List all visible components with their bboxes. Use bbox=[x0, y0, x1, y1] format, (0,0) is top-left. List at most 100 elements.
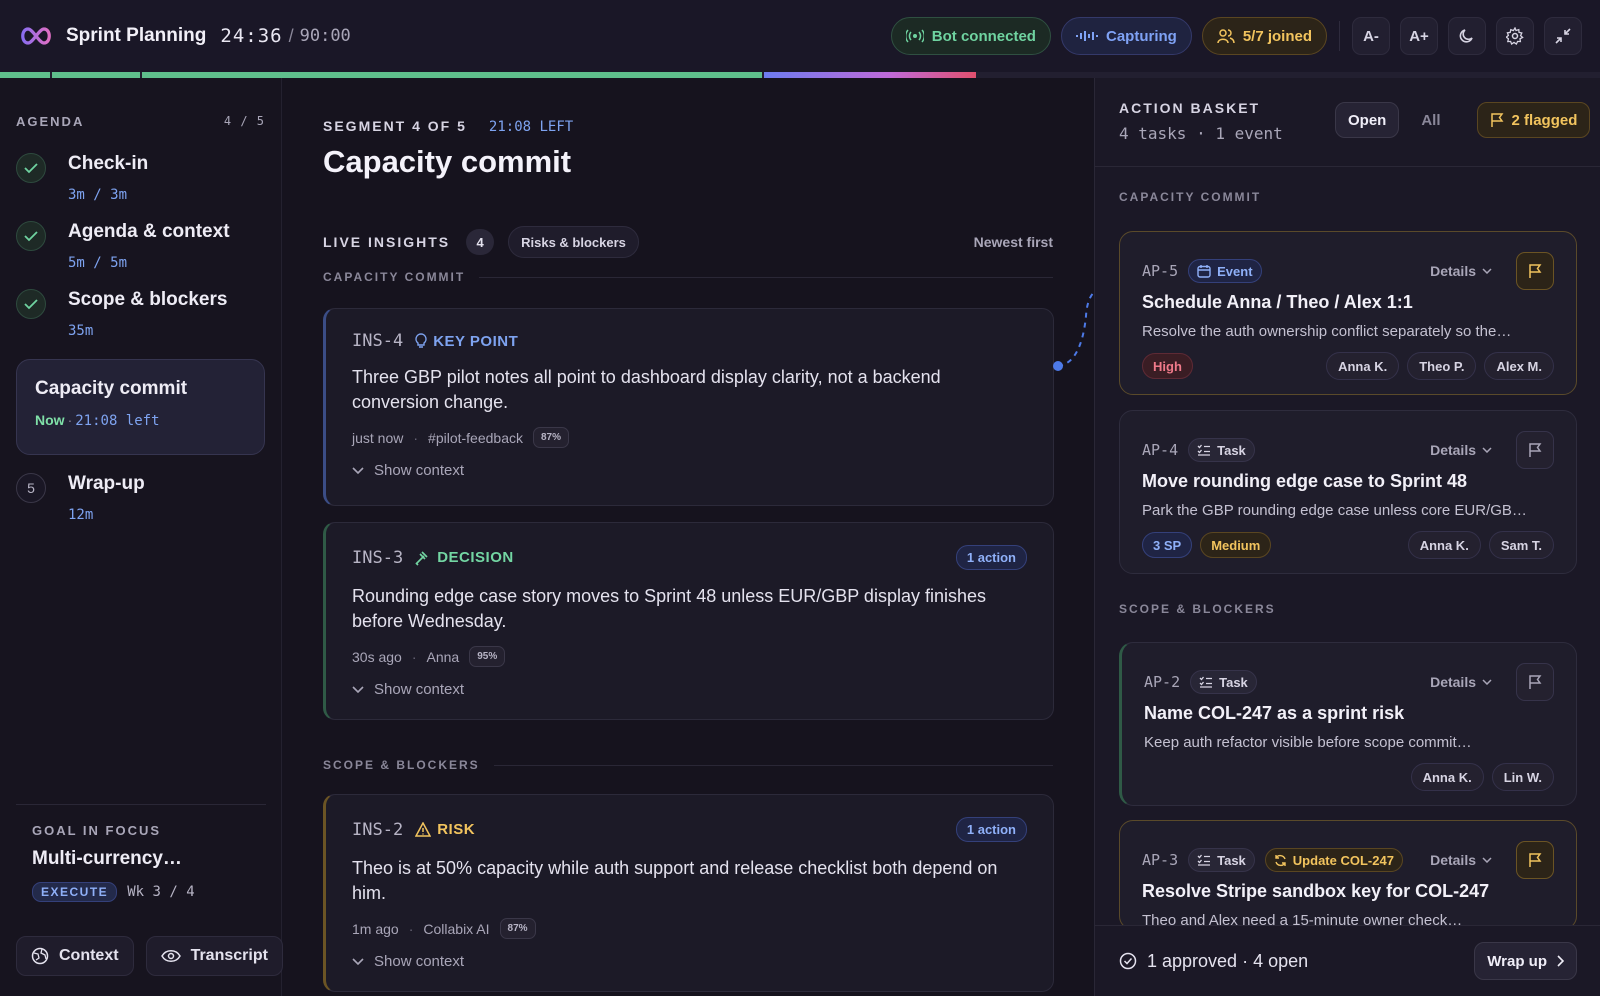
header-controls: Bot connected Capturing 5/7 joined A- A+ bbox=[890, 17, 1582, 55]
assignee-chip[interactable]: Anna K. bbox=[1410, 763, 1484, 791]
theme-toggle-button[interactable] bbox=[1448, 17, 1486, 55]
show-context-toggle[interactable]: Show context bbox=[352, 462, 1027, 479]
wrap-up-label: Wrap up bbox=[1487, 952, 1547, 970]
assignee-chip[interactable]: Anna K. bbox=[1326, 352, 1400, 380]
agenda-item-text: Agenda & context 5m / 5m bbox=[68, 221, 230, 271]
assignee-chip[interactable]: Anna K. bbox=[1407, 531, 1481, 559]
card-header: INS-3 DECISION 1 action bbox=[352, 545, 1027, 570]
joined-pill[interactable]: 5/7 joined bbox=[1201, 17, 1327, 55]
radio-icon bbox=[905, 29, 924, 43]
show-context-label: Show context bbox=[374, 681, 465, 698]
story-points-badge[interactable]: 3 SP bbox=[1142, 532, 1193, 558]
update-chip[interactable]: Update COL-247 bbox=[1264, 848, 1403, 872]
agenda-item-text: Wrap-up 12m bbox=[68, 473, 145, 523]
assignees: Anna K. Sam T. bbox=[1407, 531, 1554, 559]
calendar-icon bbox=[1197, 265, 1211, 278]
basket-title: ACTION BASKET bbox=[1119, 100, 1261, 116]
action-card[interactable]: AP-4 Task Details Move rounding edge cas… bbox=[1119, 410, 1577, 574]
check-icon bbox=[16, 221, 46, 251]
collapse-button[interactable] bbox=[1544, 17, 1582, 55]
action-count-chip[interactable]: 1 action bbox=[955, 817, 1027, 842]
show-context-toggle[interactable]: Show context bbox=[352, 953, 1027, 970]
priority-badge[interactable]: Medium bbox=[1200, 532, 1272, 558]
details-dropdown[interactable]: Details bbox=[1430, 852, 1492, 868]
agenda-item-label: Capacity commit bbox=[35, 378, 188, 399]
goal-week: Wk 3 / 4 bbox=[127, 884, 195, 900]
settings-button[interactable] bbox=[1496, 17, 1534, 55]
agenda-item-agenda-context[interactable]: Agenda & context 5m / 5m bbox=[16, 221, 265, 271]
insight-type-label: RISK bbox=[437, 821, 476, 838]
bot-status-label: Bot connected bbox=[931, 27, 1036, 45]
flag-icon bbox=[1529, 264, 1542, 278]
insight-source: Collabix AI bbox=[423, 920, 490, 937]
agenda-sidebar: AGENDA 4 / 5 Check-in 3m / 3m Agenda & c… bbox=[0, 78, 283, 996]
insights-main: SEGMENT 4 OF 5 21:08 LEFT Capacity commi… bbox=[283, 78, 1093, 996]
assignee-chip[interactable]: Alex M. bbox=[1484, 352, 1554, 380]
show-context-toggle[interactable]: Show context bbox=[352, 681, 1027, 698]
moon-icon bbox=[1459, 29, 1473, 43]
agenda-item-time: 3m / 3m bbox=[68, 187, 128, 203]
flag-toggle[interactable] bbox=[1516, 663, 1554, 701]
chevron-down-icon bbox=[1482, 679, 1492, 685]
bot-status-pill[interactable]: Bot connected bbox=[890, 17, 1051, 55]
tab-all[interactable]: All bbox=[1409, 102, 1452, 138]
goal-title: Multi-currency… bbox=[32, 848, 182, 869]
wrap-up-button[interactable]: Wrap up bbox=[1474, 942, 1577, 980]
font-increase-button[interactable]: A+ bbox=[1400, 17, 1438, 55]
chevron-down-icon bbox=[1482, 447, 1492, 453]
filter-chip-risks[interactable]: Risks & blockers bbox=[508, 226, 639, 258]
insight-meta: 30s ago · Anna 95% bbox=[352, 646, 1027, 667]
context-button[interactable]: Context bbox=[16, 936, 134, 976]
agenda-count: 4 / 5 bbox=[223, 114, 265, 128]
flag-toggle[interactable] bbox=[1516, 431, 1554, 469]
action-card[interactable]: AP-2 Task Details Name COL-247 as a spri… bbox=[1119, 642, 1577, 806]
details-label: Details bbox=[1430, 263, 1476, 279]
flag-toggle[interactable] bbox=[1516, 252, 1554, 290]
priority-badge[interactable]: High bbox=[1142, 353, 1193, 379]
details-dropdown[interactable]: Details bbox=[1430, 263, 1492, 279]
insights-count: 4 bbox=[466, 229, 495, 255]
details-dropdown[interactable]: Details bbox=[1430, 442, 1492, 458]
assignee-chip[interactable]: Theo P. bbox=[1407, 352, 1477, 380]
action-card[interactable]: AP-3 Task Update COL-247 Details Resolve… bbox=[1119, 820, 1577, 930]
agenda-item-wrap-up[interactable]: 5 Wrap-up 12m bbox=[16, 473, 265, 523]
details-dropdown[interactable]: Details bbox=[1430, 674, 1492, 690]
chevron-right-icon bbox=[1557, 955, 1564, 967]
agenda-item-checkin[interactable]: Check-in 3m / 3m bbox=[16, 153, 265, 203]
agenda-item-label: Agenda & context bbox=[68, 221, 230, 242]
agenda-item-capacity-commit[interactable]: Capacity commit Now · 21:08 left bbox=[16, 359, 265, 455]
goal-meta: EXECUTE Wk 3 / 4 bbox=[32, 882, 250, 902]
section-label: SCOPE & BLOCKERS bbox=[1119, 602, 1276, 616]
insights-label: LIVE INSIGHTS bbox=[323, 234, 451, 250]
transcript-label: Transcript bbox=[190, 947, 268, 964]
action-card-header: AP-3 Task Update COL-247 Details bbox=[1142, 841, 1554, 879]
header-divider bbox=[1339, 21, 1340, 51]
goal-label: GOAL IN FOCUS bbox=[32, 823, 162, 838]
gear-icon bbox=[1506, 27, 1524, 45]
insight-card[interactable]: INS-2 RISK 1 action Theo is at 50% capac… bbox=[323, 794, 1054, 992]
insight-card[interactable]: INS-3 DECISION 1 action Rounding edge ca… bbox=[323, 522, 1054, 720]
tab-open[interactable]: Open bbox=[1335, 102, 1400, 138]
action-count-chip[interactable]: 1 action bbox=[955, 545, 1027, 570]
action-footer: High Anna K. Theo P. Alex M. bbox=[1142, 352, 1554, 380]
chevron-down-icon bbox=[1482, 857, 1492, 863]
agenda-item-scope-blockers[interactable]: Scope & blockers 35m bbox=[16, 289, 265, 339]
section-label: CAPACITY COMMIT bbox=[323, 270, 1053, 284]
kind-label: Task bbox=[1217, 442, 1246, 458]
insight-time: 30s ago bbox=[352, 648, 402, 665]
assignee-chip[interactable]: Lin W. bbox=[1491, 763, 1554, 791]
transcript-button[interactable]: Transcript bbox=[145, 936, 283, 976]
flagged-filter-button[interactable]: 2 flagged bbox=[1476, 102, 1591, 138]
chevron-down-icon bbox=[1482, 268, 1492, 274]
assignee-chip[interactable]: Sam T. bbox=[1488, 531, 1554, 559]
goal-in-focus[interactable]: GOAL IN FOCUS Multi-currency… EXECUTE Wk… bbox=[16, 804, 266, 902]
action-card[interactable]: AP-5 Event Details Schedule Anna / Theo … bbox=[1119, 231, 1577, 395]
insight-source: #pilot-feedback bbox=[428, 429, 523, 446]
font-decrease-button[interactable]: A- bbox=[1352, 17, 1390, 55]
insight-source: Anna bbox=[426, 648, 460, 665]
flag-toggle[interactable] bbox=[1516, 841, 1554, 879]
card-header: INS-2 RISK 1 action bbox=[352, 817, 1027, 842]
capture-status-pill[interactable]: Capturing bbox=[1060, 17, 1192, 55]
sort-toggle[interactable]: Newest first bbox=[974, 234, 1053, 250]
insight-card[interactable]: INS-4 KEY POINT Three GBP pilot notes al… bbox=[323, 308, 1054, 506]
